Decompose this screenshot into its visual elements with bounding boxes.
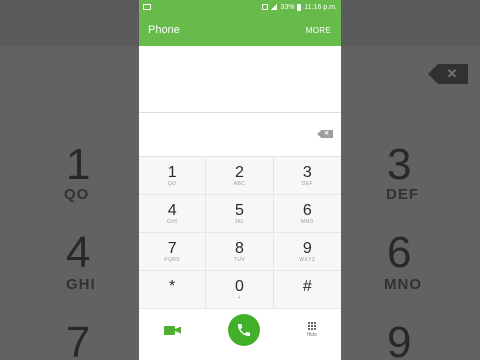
status-right: 33% 11:16 p.m.	[262, 3, 337, 11]
dialpad-key-2[interactable]: 2 ABC	[206, 157, 274, 195]
key-letters: MNO	[300, 218, 314, 225]
background-digit: 6	[387, 228, 412, 277]
dialpad-key-7[interactable]: 7 PQRS	[139, 233, 207, 271]
key-letters: JKL	[234, 218, 245, 225]
background-digit: 1	[66, 140, 91, 189]
key-letters: +	[237, 294, 242, 301]
key-digit: 6	[302, 201, 312, 219]
background-letters: QO	[64, 186, 90, 203]
video-call-icon[interactable]	[164, 325, 182, 336]
battery-icon	[297, 3, 302, 11]
sim-icon	[262, 4, 269, 10]
key-letters: TUV	[233, 256, 246, 263]
key-digit: 7	[167, 239, 177, 257]
call-button[interactable]	[228, 314, 261, 346]
backspace-icon[interactable]: ✕	[317, 130, 333, 138]
key-digit: 4	[167, 201, 177, 219]
hide-dialpad-button[interactable]: Hide	[307, 322, 317, 338]
key-letters: QO	[167, 180, 177, 187]
status-time: 11:16 p.m.	[304, 3, 337, 11]
dialpad-key-0[interactable]: 0 +	[206, 271, 274, 309]
call-log-area	[139, 46, 341, 113]
key-digit: 2	[235, 163, 244, 181]
background-letters: GHI	[66, 276, 96, 293]
key-digit: *	[169, 277, 176, 295]
dialpad-key-8[interactable]: 8 TUV	[206, 233, 274, 271]
key-letters: GHI	[167, 218, 178, 225]
background-band	[341, 0, 480, 46]
background-left: 1 QO 4 GHI 7	[0, 0, 139, 360]
key-digit: 1	[167, 163, 177, 181]
background-digit: 7	[66, 318, 91, 360]
background-right: ✕ 3 DEF 6 MNO 9	[341, 0, 480, 360]
key-letters: WXYZ	[299, 256, 316, 263]
dialpad-key-1[interactable]: 1 QO	[139, 157, 207, 195]
key-digit: 3	[302, 163, 312, 181]
dialpad-icon	[307, 322, 316, 330]
key-letters: ABC	[233, 180, 246, 187]
key-digit: 0	[235, 277, 244, 295]
key-letters: PQRS	[164, 256, 181, 263]
dialer-action-bar: Hide	[139, 309, 341, 351]
app-bar: Phone MORE	[139, 14, 341, 46]
dialed-number-field[interactable]: ✕	[139, 113, 341, 157]
background-band	[0, 0, 139, 46]
phone-call-icon	[238, 324, 251, 336]
key-digit: 5	[235, 201, 244, 219]
key-digit: #	[302, 277, 312, 295]
background-backspace-icon: ✕	[428, 64, 468, 84]
signal-icon	[271, 4, 278, 10]
battery-percent: 33%	[280, 3, 295, 11]
background-digit: 3	[387, 140, 412, 189]
dialpad-key-6[interactable]: 6 MNO	[273, 195, 341, 233]
more-button[interactable]: MORE	[306, 26, 331, 35]
background-letters: DEF	[386, 186, 419, 203]
hide-label: Hide	[306, 332, 317, 338]
dialpad-key-hash[interactable]: #	[273, 271, 341, 309]
status-left	[143, 4, 151, 10]
background-digit: 9	[387, 318, 412, 360]
dialpad-key-4[interactable]: 4 GHI	[139, 195, 207, 233]
key-digit: 8	[235, 239, 244, 257]
dialpad-key-5[interactable]: 5 JKL	[206, 195, 274, 233]
background-digit: 4	[66, 228, 91, 277]
dialpad-key-9[interactable]: 9 WXYZ	[273, 233, 341, 271]
key-letters: DEF	[301, 180, 313, 187]
dialpad-key-3[interactable]: 3 DEF	[273, 157, 341, 195]
app-title: Phone	[148, 24, 180, 36]
status-bar: 33% 11:16 p.m.	[139, 0, 341, 14]
background-letters: MNO	[384, 276, 422, 293]
notification-icon	[143, 4, 151, 10]
dialpad-key-star[interactable]: *	[139, 271, 207, 309]
key-digit: 9	[302, 239, 312, 257]
dialpad: 1 QO 2 ABC 3 DEF 4 GHI 5 JKL 6 MNO 7 PQR…	[139, 157, 341, 309]
phone-screen: 33% 11:16 p.m. Phone MORE ✕ 1 QO 2 ABC 3…	[139, 0, 341, 360]
